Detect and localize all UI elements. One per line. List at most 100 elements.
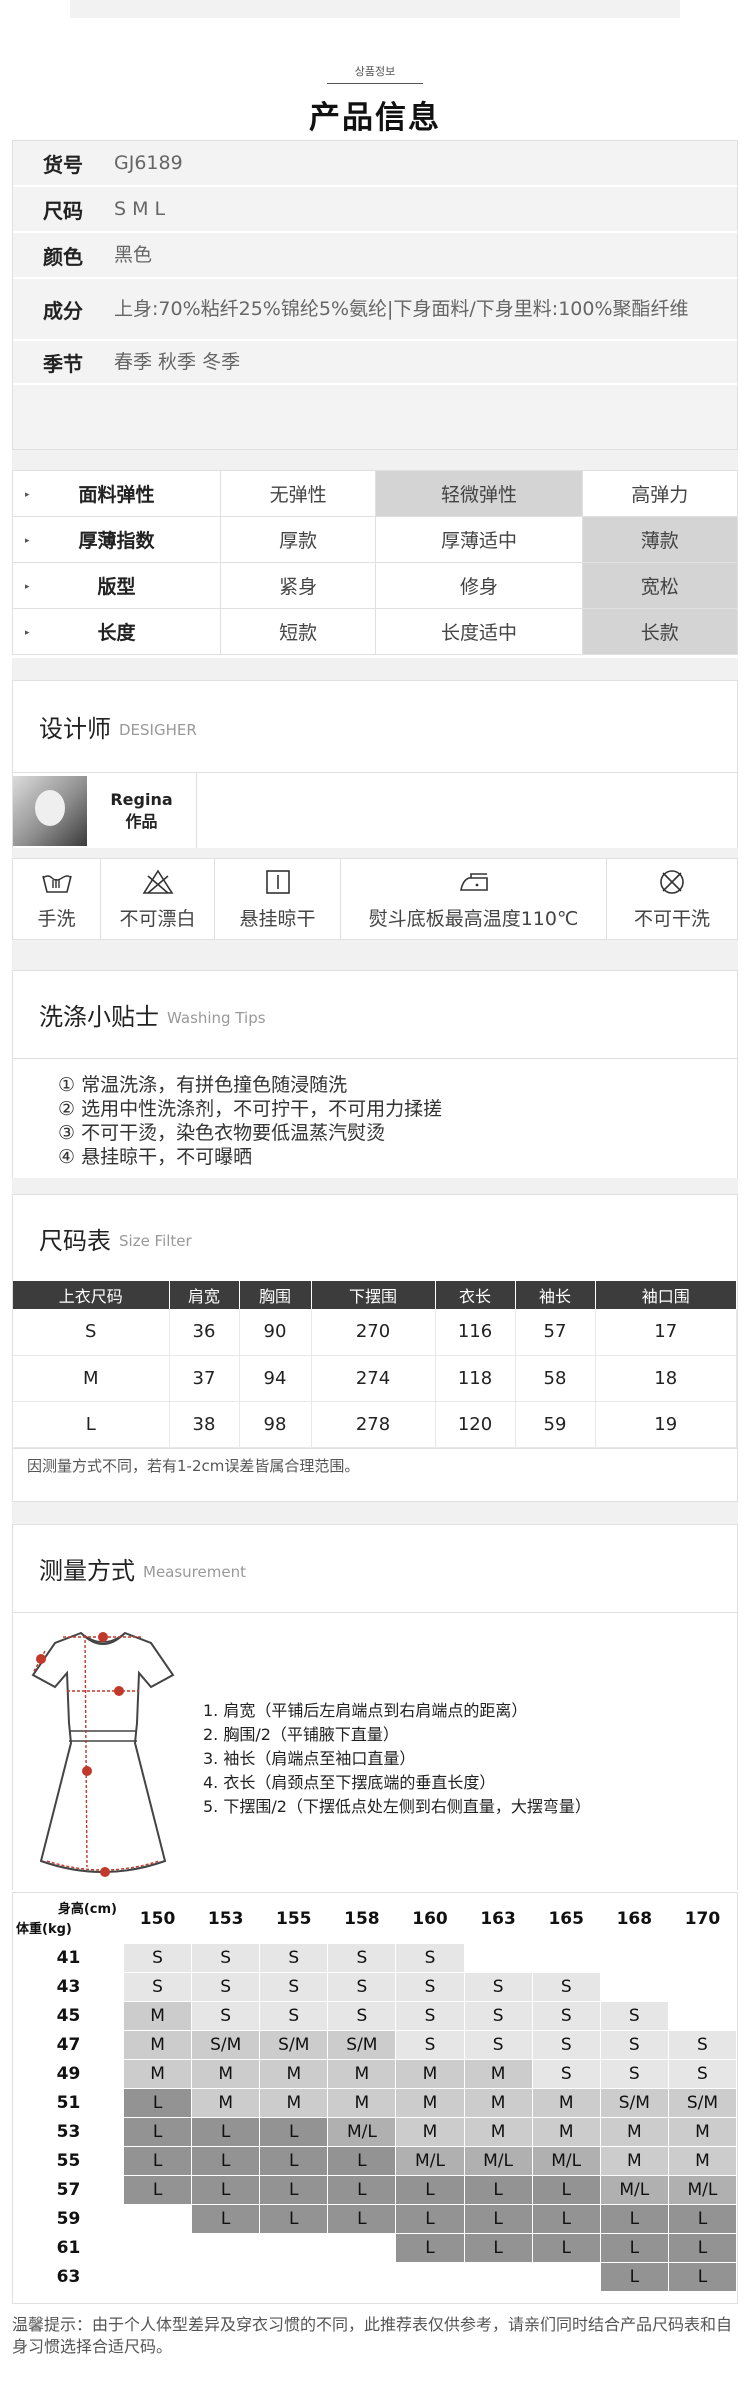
table-cell: 18 [595, 1355, 737, 1402]
warm-tip: 温馨提示：由于个人体型差异及穿衣习惯的不同，此推荐表仅供参考，请亲们同时结合产品… [12, 2304, 738, 2358]
table-cell: 90 [239, 1309, 312, 1356]
attribute-option-selected: 宽松 [581, 562, 739, 609]
column-header: 袖长 [515, 1281, 596, 1309]
table-cell: 274 [311, 1355, 436, 1402]
recommend-cell: M/L [667, 2175, 738, 2205]
info-value: S M L [114, 198, 166, 220]
bullet-icon: ▸ [25, 536, 30, 546]
designer-avatar [13, 776, 87, 846]
title-small: 상품정보 [327, 63, 423, 84]
recommend-cell: M [463, 2059, 533, 2089]
section-title: 洗涤小贴士 [39, 1003, 159, 1031]
recommend-cell: L [599, 2233, 669, 2263]
recommend-cell: S [463, 1972, 533, 2002]
recommend-cell: L [463, 2204, 533, 2234]
recommend-cell: S [259, 1943, 329, 1973]
recommend-row: 47 M S/M S/M S/M S S S S S [13, 2030, 738, 2060]
table-cell: L [13, 1401, 170, 1448]
designer-panel: 设计师 DESIGHER Regina 作品 [12, 680, 738, 849]
measurement-list: 1. 肩宽（平铺后左肩端点到右肩端点的距离） 2. 胸围/2（平铺腋下直量） 3… [203, 1699, 591, 1819]
recommend-cell: S [122, 1972, 193, 2002]
recommend-cell: S/M [599, 2088, 669, 2118]
recommend-cell: L [122, 2146, 193, 2176]
recommend-cell: S [259, 1972, 329, 2002]
recommend-cell: M/L [599, 2175, 669, 2205]
recommend-cell: M [122, 2001, 193, 2031]
table-cell: 98 [239, 1401, 312, 1448]
washing-tips-panel: 洗涤小贴士 Washing Tips ① 常温洗涤，有拼色撞色随浸随洗 ② 选用… [12, 970, 738, 1183]
recommend-cell [191, 2262, 261, 2292]
recommend-cell: S [667, 2030, 738, 2060]
recommend-cell: S [531, 1972, 601, 2002]
weight-header: 41 [13, 1943, 124, 1973]
recommend-cell [667, 1972, 738, 2002]
recommend-cell: L [122, 2175, 193, 2205]
attribute-label: ▸ 版型 [12, 562, 221, 609]
measurement-header: 测量方式 Measurement [13, 1525, 737, 1613]
hand-wash-icon [41, 874, 72, 893]
attribute-option: 修身 [375, 562, 583, 609]
size-table-header: 上衣尺码 肩宽 胸围 下摆围 衣长 袖长 袖口围 [13, 1281, 737, 1309]
recommend-cell: M [395, 2088, 465, 2118]
recommend-cell: M [395, 2117, 465, 2147]
recommend-cell: L [531, 2204, 601, 2234]
attribute-option-selected: 轻微弹性 [375, 470, 583, 517]
recommend-cell: S/M [259, 2030, 329, 2060]
section-title-en: DESIGHER [119, 720, 197, 739]
section-title-en: Size Filter [119, 1232, 192, 1250]
table-cell: 116 [435, 1309, 516, 1356]
recommend-cell: L [463, 2175, 533, 2205]
recommend-row: 53 L L L M/L M M M M M [13, 2117, 738, 2147]
recommend-cell [463, 1943, 533, 1973]
recommend-row: 43 S S S S S S S [13, 1972, 738, 2002]
attribute-option: 紧身 [219, 562, 377, 609]
table-cell: 38 [169, 1401, 240, 1448]
attribute-option-selected: 长款 [581, 608, 739, 655]
section-title-en: Washing Tips [167, 1008, 266, 1027]
measurement-item: 5. 下摆围/2（下摆低点处左侧到右侧直量，大摆弯量） [203, 1797, 591, 1816]
table-cell: 19 [595, 1401, 737, 1448]
height-header: 163 [463, 1893, 533, 1944]
table-row: S 36 90 270 116 57 17 [13, 1309, 737, 1356]
section-gap [12, 450, 738, 470]
recommend-cell: L [259, 2204, 329, 2234]
height-header: 160 [395, 1893, 465, 1944]
table-cell: 17 [595, 1309, 737, 1356]
recommend-cell: S [531, 2001, 601, 2031]
attribute-label: ▸ 面料弹性 [12, 470, 221, 517]
recommend-cell: S [463, 2001, 533, 2031]
care-item: 熨斗底板最高温度110℃ [341, 859, 607, 939]
recommend-row: 63 L L [13, 2262, 738, 2292]
recommend-cell: L [531, 2175, 601, 2205]
recommend-cell: L [667, 2204, 738, 2234]
column-header: 下摆围 [311, 1281, 436, 1309]
recommend-cell: M/L [395, 2146, 465, 2176]
designer-name-block: Regina 作品 [87, 773, 197, 849]
table-row: L 38 98 278 120 59 19 [13, 1401, 737, 1448]
warm-tip-panel: 温馨提示：由于个人体型差异及穿衣习惯的不同，此推荐表仅供参考，请亲们同时结合产品… [12, 2304, 738, 2374]
table-row: M 37 94 274 118 58 18 [13, 1355, 737, 1402]
recommend-cell: S [599, 2059, 669, 2089]
recommend-row: 59 L L L L L L L L [13, 2204, 738, 2234]
section-title: 设计师 [39, 715, 111, 743]
dress-diagram-icon [31, 1631, 175, 1877]
recommend-row: 49 M M M M M M S S S [13, 2059, 738, 2089]
attribute-row: ▸ 长度 短款 长度适中 长款 [12, 608, 739, 655]
recommend-cell: S/M [667, 2088, 738, 2118]
table-cell: 37 [169, 1355, 240, 1402]
size-note: 因测量方式不同，若有1-2cm误差皆属合理范围。 [13, 1447, 737, 1482]
recommend-cell: S [599, 2030, 669, 2060]
recommend-cell [259, 2262, 329, 2292]
section-gap [12, 658, 738, 680]
recommend-cell: L [327, 2204, 397, 2234]
care-item: 不可干洗 [607, 859, 737, 939]
tip-item: ③ 不可干烫，染色衣物要低温蒸汽熨烫 [58, 1122, 386, 1144]
recommend-cell: L [463, 2233, 533, 2263]
recommend-cell: L [191, 2175, 261, 2205]
info-value: 春季 秋季 冬季 [114, 351, 241, 373]
recommend-cell [531, 2262, 601, 2292]
recommend-cell [191, 2233, 261, 2263]
recommend-cell: S [191, 1943, 261, 1973]
recommend-cell: M [599, 2117, 669, 2147]
weight-header: 43 [13, 1972, 124, 2002]
